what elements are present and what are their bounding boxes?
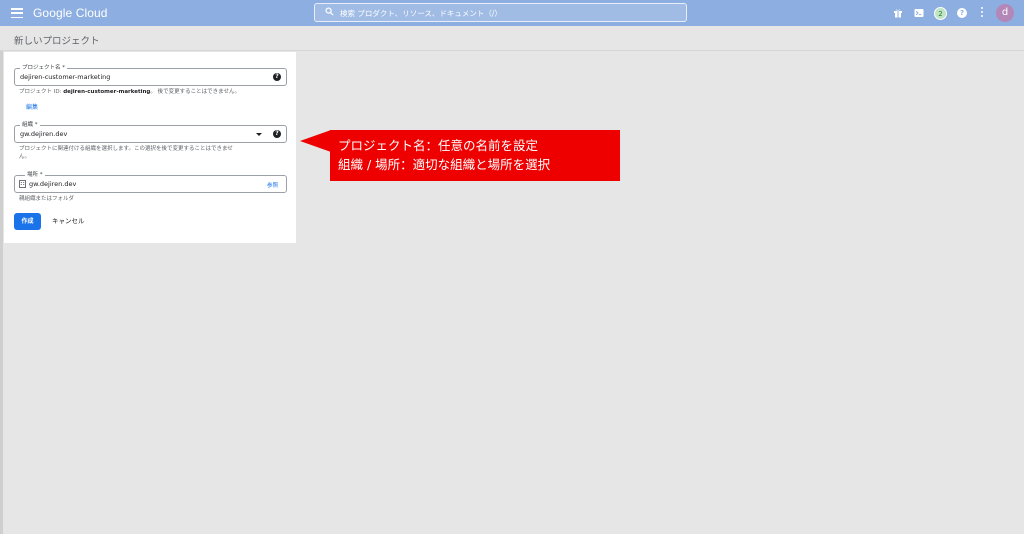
- edit-project-id-link[interactable]: 編集: [26, 102, 38, 111]
- project-name-value: dejiren-customer-marketing: [20, 73, 111, 81]
- annotation-callout: プロジェクト名：任意の名前を設定 組織 / 場所：適切な組織と場所を選択: [330, 130, 620, 181]
- page-header: 新しいプロジェクト: [0, 26, 1024, 51]
- top-app-bar: Google Cloud 検索 プロダクト、リソース、ドキュメント（/） 2 ?…: [0, 0, 1024, 26]
- callout-line-2: 組織 / 場所：適切な組織と場所を選択: [338, 157, 551, 172]
- more-vert-icon[interactable]: [980, 7, 984, 19]
- project-name-field[interactable]: プロジェクト名 * dejiren-customer-marketing ?: [14, 64, 287, 86]
- search-placeholder: 検索 プロダクト、リソース、ドキュメント（/）: [340, 8, 502, 18]
- building-icon: [19, 180, 26, 188]
- location-label: 場所 *: [25, 171, 45, 179]
- organization-helper-line1: プロジェクトに関連付ける組織を選択します。この選択を後で変更することはできませ: [19, 146, 233, 152]
- page-title: 新しいプロジェクト: [14, 36, 100, 47]
- gift-icon[interactable]: [893, 8, 903, 18]
- organization-label: 組織 *: [20, 121, 40, 129]
- search-icon: [325, 7, 334, 16]
- new-project-form: プロジェクト名 * dejiren-customer-marketing ? プ…: [4, 52, 296, 243]
- cancel-button[interactable]: キャンセル: [52, 213, 85, 230]
- project-name-label: プロジェクト名 *: [20, 64, 67, 72]
- browse-button[interactable]: 参照: [267, 181, 278, 189]
- callout-pointer: [300, 130, 331, 152]
- project-name-help-icon[interactable]: ?: [273, 73, 281, 81]
- avatar[interactable]: d: [996, 4, 1014, 22]
- location-field[interactable]: 場所 * gw.dejiren.dev 参照: [14, 171, 287, 193]
- organization-select[interactable]: 組織 * gw.dejiren.dev ?: [14, 121, 287, 143]
- organization-help-icon[interactable]: ?: [273, 130, 281, 138]
- dropdown-caret-icon[interactable]: [256, 133, 262, 136]
- create-button[interactable]: 作成: [14, 213, 41, 230]
- search-input[interactable]: 検索 プロダクト、リソース、ドキュメント（/）: [314, 3, 687, 22]
- project-id-helper: プロジェクト ID: dejiren-customer-marketing。 後…: [19, 89, 240, 95]
- menu-icon[interactable]: [10, 6, 24, 20]
- google-cloud-logo[interactable]: Google Cloud: [33, 6, 108, 20]
- organization-helper-line2: ん。: [19, 154, 31, 160]
- notification-badge[interactable]: 2: [934, 7, 947, 20]
- help-icon[interactable]: ?: [957, 8, 967, 18]
- side-gutter: [0, 51, 3, 534]
- callout-line-1: プロジェクト名：任意の名前を設定: [338, 138, 539, 153]
- organization-value: gw.dejiren.dev: [20, 130, 68, 138]
- location-value: gw.dejiren.dev: [29, 180, 77, 188]
- terminal-icon[interactable]: [914, 8, 924, 18]
- location-helper: 親組織またはフォルダ: [19, 196, 75, 202]
